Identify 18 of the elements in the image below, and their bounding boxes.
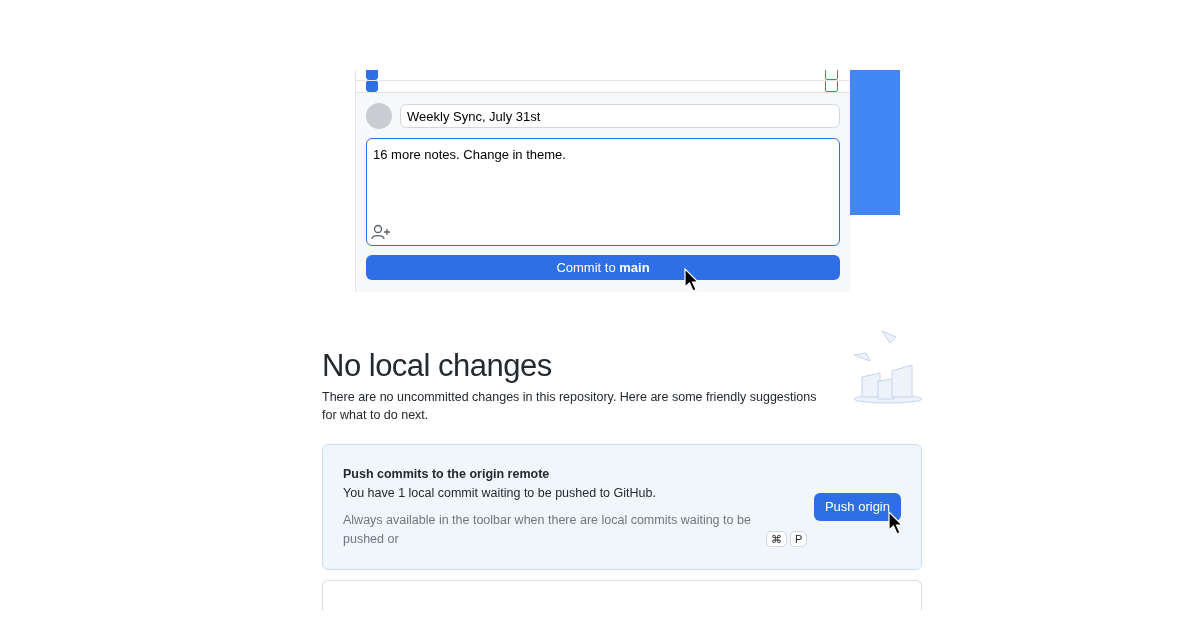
- keyboard-key: P: [790, 530, 808, 547]
- file-checkbox[interactable]: [366, 70, 378, 80]
- file-added-icon: [825, 70, 838, 80]
- file-checkbox[interactable]: [366, 81, 378, 92]
- description-box[interactable]: 16 more notes. Change in theme.: [366, 138, 840, 246]
- card-text: You have 1 local commit waiting to be pushed to GitHub.: [343, 484, 657, 502]
- keyboard-key: ⌘: [766, 530, 787, 547]
- hint-text: Always available in the toolbar when there are local commits waiting to be pushed or: [343, 511, 752, 548]
- summary-field[interactable]: Weekly Sync, July 31st: [400, 104, 840, 128]
- commit-button[interactable]: Commit to main: [366, 255, 840, 280]
- empty-state-title: No local changes: [322, 347, 553, 385]
- add-coauthor-icon[interactable]: [371, 224, 391, 241]
- empty-state-text: There are no uncommitted changes in this repository. Here are some friendly suggestions for what to do next.: [322, 389, 818, 425]
- avatar: [366, 103, 392, 129]
- push-origin-button[interactable]: Push origin: [813, 493, 901, 521]
- description-field[interactable]: 16 more notes. Change in theme.: [367, 139, 839, 222]
- file-added-icon: [825, 81, 838, 92]
- card-title: Push commits to the origin remote: [343, 466, 551, 484]
